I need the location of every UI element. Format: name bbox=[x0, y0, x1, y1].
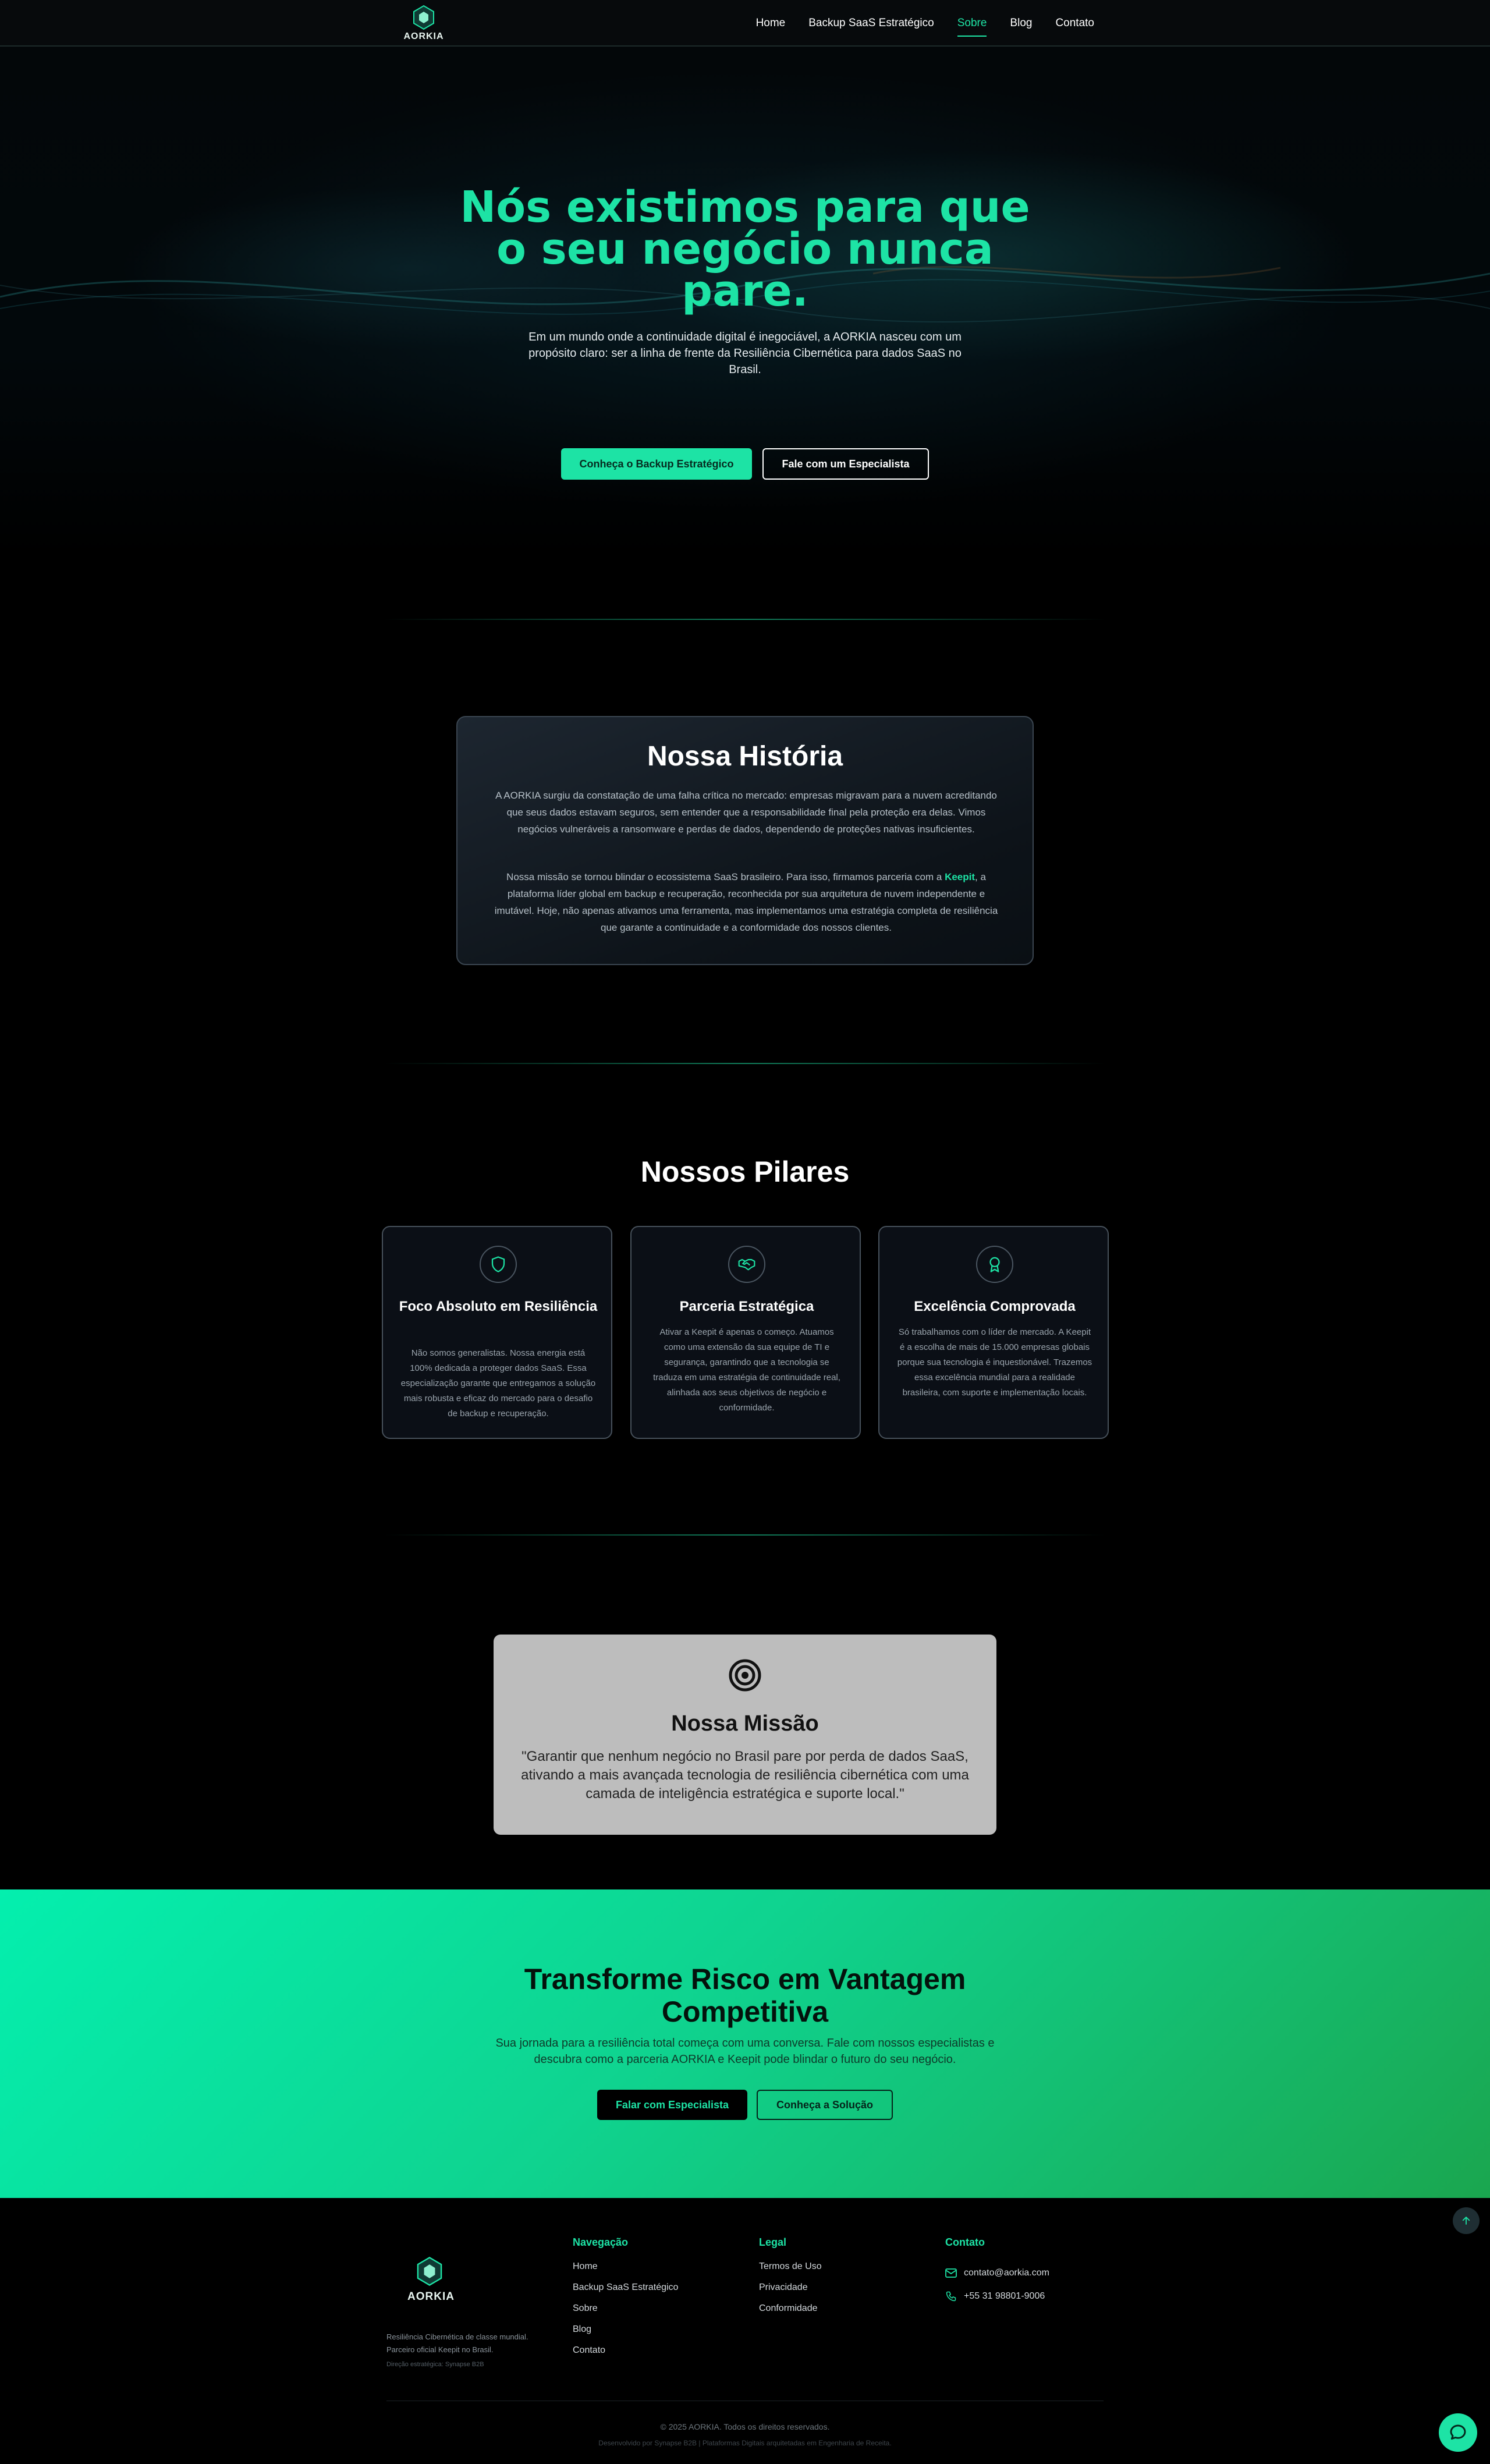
nav-link-sobre[interactable]: Sobre bbox=[957, 13, 987, 37]
mission-title: Nossa Missão bbox=[671, 1711, 819, 1736]
backup-estrategico-button[interactable]: Conheça o Backup Estratégico bbox=[561, 448, 752, 480]
pillar-text: Ativar a Keepit é apenas o começo. Atuam… bbox=[653, 1327, 840, 1413]
footer-brand-name: AORKIA bbox=[407, 2291, 455, 2303]
footer-link-blog[interactable]: Blog bbox=[573, 2324, 678, 2345]
copyright: © 2025 AORKIA. Todos os direitos reserva… bbox=[660, 2422, 830, 2431]
pillars-title: Nossos Pilares bbox=[640, 1155, 850, 1188]
footer-phone[interactable]: +55 31 98801-9006 bbox=[945, 2285, 1049, 2308]
history-card: Nossa História A AORKIA surgiu da consta… bbox=[456, 716, 1034, 965]
footer-legal-column: Legal Termos de Uso Privacidade Conformi… bbox=[759, 2236, 822, 2324]
footer-nav-title: Navegação bbox=[573, 2236, 629, 2248]
pillar-card-parceria: Parceria Estratégica Ativar a Keepit é a… bbox=[630, 1226, 861, 1439]
footer-tagline: Resiliência Cibernética de classe mundia… bbox=[386, 2332, 528, 2354]
arrow-up-icon bbox=[1462, 2217, 1470, 2225]
pillar-text: Só trabalhamos com o líder de mercado. A… bbox=[897, 1327, 1092, 1398]
section-divider bbox=[384, 619, 1106, 620]
pillar-card-resiliencia: Foco Absoluto em Resiliência Não somos g… bbox=[382, 1226, 612, 1439]
main-nav: Home Backup SaaS Estratégico Sobre Blog … bbox=[756, 0, 1094, 47]
award-icon bbox=[989, 1257, 1000, 1272]
nav-link-contato[interactable]: Contato bbox=[1055, 13, 1094, 33]
pillar-title: Foco Absoluto em Resiliência bbox=[399, 1299, 598, 1314]
footer-nav-column: Navegação Home Backup SaaS Estratégico S… bbox=[573, 2236, 678, 2366]
hero-title: Nós existimos para que o seu negócio nun… bbox=[460, 182, 1030, 316]
footer-logo[interactable]: AORKIA bbox=[407, 2256, 455, 2303]
conheca-solucao-button[interactable]: Conheça a Solução bbox=[757, 2090, 893, 2120]
shield-icon bbox=[491, 1256, 505, 1272]
nav-link-blog[interactable]: Blog bbox=[1010, 13, 1032, 33]
pillar-card-excelencia: Excelência Comprovada Só trabalhamos com… bbox=[878, 1226, 1109, 1439]
pillar-text: Não somos generalistas. Nossa energia es… bbox=[400, 1348, 596, 1419]
mission-quote: "Garantir que nenhum negócio no Brasil p… bbox=[521, 1749, 969, 1802]
chat-button[interactable] bbox=[1439, 2413, 1477, 2452]
footer-agency: Direção estratégica: Synapse B2B bbox=[386, 2361, 484, 2368]
footer-phone-text: +55 31 98801-9006 bbox=[964, 2291, 1045, 2301]
pillar-icon-wrapper bbox=[976, 1246, 1013, 1283]
cta-title: Transforme Risco em Vantagem Competitiva bbox=[524, 1963, 966, 2028]
history-title: Nossa História bbox=[647, 741, 843, 772]
mission-card: Nossa Missão "Garantir que nenhum negóci… bbox=[494, 1635, 996, 1835]
section-divider bbox=[384, 1534, 1106, 1536]
brand-logo[interactable]: AORKIA bbox=[403, 5, 445, 43]
nav-link-home[interactable]: Home bbox=[756, 13, 786, 33]
brand-name: AORKIA bbox=[403, 31, 444, 41]
handshake-icon bbox=[738, 1258, 755, 1271]
hero-subtitle: Em um mundo onde a continuidade digital … bbox=[528, 331, 962, 376]
keepit-highlight: Keepit bbox=[945, 871, 975, 882]
hexagon-logo-icon bbox=[417, 2256, 442, 2286]
cta-section: Transforme Risco em Vantagem Competitiva… bbox=[0, 1889, 1490, 2198]
fale-especialista-button[interactable]: Fale com um Especialista bbox=[762, 448, 929, 480]
footer-email[interactable]: contato@aorkia.com bbox=[945, 2261, 1049, 2285]
section-divider bbox=[384, 1063, 1106, 1064]
history-paragraph-1: A AORKIA surgiu da constatação de uma fa… bbox=[495, 790, 997, 835]
pillar-title: Excelência Comprovada bbox=[914, 1299, 1076, 1314]
pillar-title: Parceria Estratégica bbox=[679, 1299, 814, 1314]
footer-link-backup[interactable]: Backup SaaS Estratégico bbox=[573, 2282, 678, 2303]
falar-especialista-button[interactable]: Falar com Especialista bbox=[597, 2090, 747, 2120]
scroll-to-top-button[interactable] bbox=[1453, 2207, 1480, 2234]
pillar-icon-wrapper bbox=[728, 1246, 765, 1283]
footer-contact-column: Contato contato@aorkia.com +55 31 98801-… bbox=[945, 2236, 1049, 2308]
chat-bubble-icon bbox=[1450, 2424, 1466, 2440]
phone-icon bbox=[946, 2291, 956, 2302]
footer-legal-title: Legal bbox=[759, 2236, 787, 2248]
history-paragraph-2: Nossa missão se tornou blindar o ecossis… bbox=[494, 871, 998, 933]
developed-by[interactable]: Desenvolvido por Synapse B2B | Plataform… bbox=[0, 2439, 1490, 2447]
footer-email-text: contato@aorkia.com bbox=[964, 2268, 1049, 2278]
footer-link-privacidade[interactable]: Privacidade bbox=[759, 2282, 822, 2303]
footer-link-contato[interactable]: Contato bbox=[573, 2345, 678, 2366]
footer-link-termos[interactable]: Termos de Uso bbox=[759, 2261, 822, 2282]
footer: AORKIA Resiliência Cibernética de classe… bbox=[0, 2198, 1490, 2464]
footer-link-conformidade[interactable]: Conformidade bbox=[759, 2303, 822, 2324]
mail-icon bbox=[945, 2268, 957, 2278]
hero-section: Nós existimos para que o seu negócio nun… bbox=[0, 47, 1490, 559]
cta-text: Sua jornada para a resiliência total com… bbox=[495, 2037, 995, 2066]
top-navbar: AORKIA Home Backup SaaS Estratégico Sobr… bbox=[0, 0, 1490, 47]
footer-contact-title: Contato bbox=[945, 2236, 985, 2248]
footer-link-home[interactable]: Home bbox=[573, 2261, 678, 2282]
nav-link-backup[interactable]: Backup SaaS Estratégico bbox=[808, 13, 934, 33]
target-icon bbox=[729, 1659, 761, 1692]
pillar-icon-wrapper bbox=[480, 1246, 517, 1283]
footer-link-sobre[interactable]: Sobre bbox=[573, 2303, 678, 2324]
hexagon-logo-icon bbox=[413, 5, 434, 30]
